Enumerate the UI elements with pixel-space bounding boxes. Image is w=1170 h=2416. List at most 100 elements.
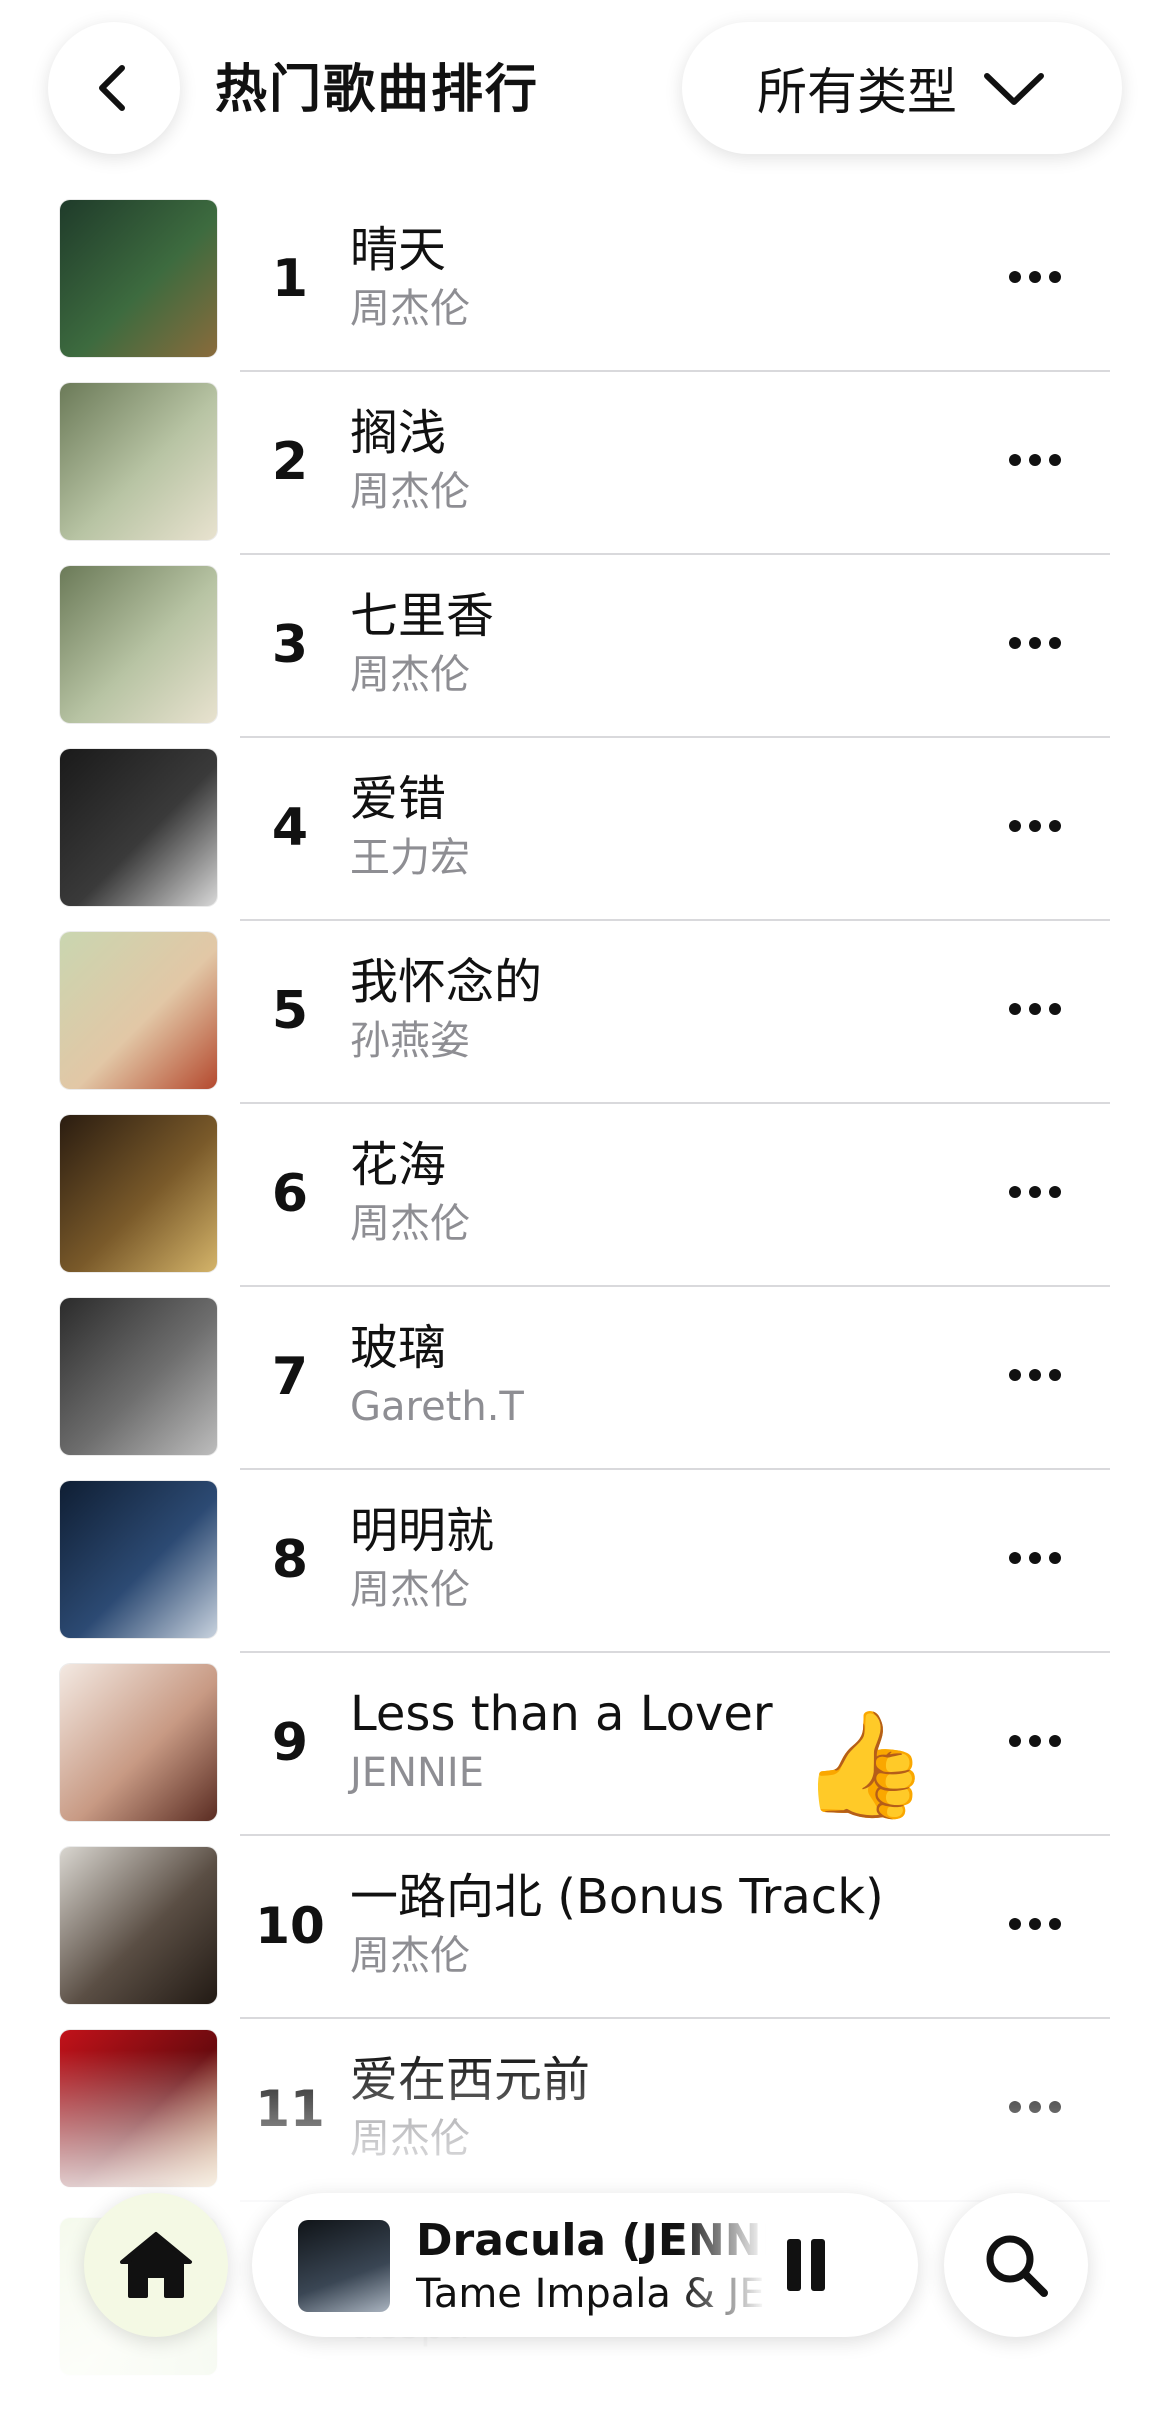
row-divider — [240, 1468, 1110, 1470]
song-rank: 9 — [271, 1713, 309, 1773]
more-options-button[interactable] — [1000, 242, 1070, 312]
song-title: 晴天 — [350, 222, 447, 278]
more-options-button[interactable] — [1000, 1340, 1070, 1410]
song-row[interactable]: 4 爱错王力宏 — [0, 749, 1170, 932]
row-divider — [240, 919, 1110, 921]
song-artist: JENNIE — [350, 1750, 484, 1796]
song-row[interactable]: 5 我怀念的孙燕姿 — [0, 932, 1170, 1115]
song-artist: 周杰伦 — [350, 1201, 470, 1247]
song-rank: 4 — [271, 798, 309, 858]
row-divider — [240, 736, 1110, 738]
song-rank: 10 — [255, 1897, 325, 1955]
more-options-button[interactable] — [1000, 1523, 1070, 1593]
pause-icon — [811, 2239, 825, 2291]
album-art — [60, 749, 217, 906]
row-divider — [240, 553, 1110, 555]
more-options-button[interactable] — [1000, 1706, 1070, 1776]
song-title: 一路向北 (Bonus Track) — [350, 1869, 884, 1925]
now-playing-artist: Tame Impala & JE — [416, 2271, 765, 2317]
song-artist: Gareth.T — [350, 1384, 524, 1430]
song-rank: 1 — [271, 249, 309, 309]
row-divider — [240, 1285, 1110, 1287]
song-rank: 8 — [271, 1530, 309, 1590]
row-divider — [240, 1834, 1110, 1836]
ellipsis-icon — [1009, 1003, 1061, 1015]
search-button[interactable] — [944, 2193, 1088, 2337]
now-playing-bar[interactable]: Dracula (JENNIE Tame Impala & JE — [252, 2193, 918, 2337]
chevron-left-icon — [99, 65, 125, 111]
song-title: 花海 — [350, 1137, 447, 1193]
ellipsis-icon — [1009, 1186, 1061, 1198]
more-options-button[interactable] — [1000, 1157, 1070, 1227]
song-row[interactable]: 1 晴天周杰伦 — [0, 200, 1170, 383]
song-row[interactable]: 9 Less than a Lover JENNIE 👍 — [0, 1664, 1170, 1847]
song-row[interactable]: 10 一路向北 (Bonus Track) 周杰伦 — [0, 1847, 1170, 2030]
song-list: 1 晴天 周杰伦 2 搁浅 周杰伦 3 七里香 周杰伦 4 爱错 王力宏 5 我怀念的 孙燕姿 6 花海 周杰伦 7… — [0, 200, 1170, 2213]
genre-selector-label: 所有类型 — [757, 63, 957, 121]
house-icon — [120, 2232, 192, 2298]
more-options-button[interactable] — [1000, 1889, 1070, 1959]
song-rank: 3 — [271, 615, 309, 675]
now-playing-art — [298, 2220, 390, 2312]
album-art — [60, 383, 217, 540]
ellipsis-icon — [1009, 1735, 1061, 1747]
ellipsis-icon — [1009, 1552, 1061, 1564]
song-row[interactable]: 6 花海周杰伦 — [0, 1115, 1170, 1298]
song-artist: 周杰伦 — [350, 652, 470, 698]
song-title: 明明就 — [350, 1503, 495, 1559]
more-options-button[interactable] — [1000, 791, 1070, 861]
row-divider — [240, 2017, 1110, 2019]
magnifier-icon — [986, 2235, 1048, 2297]
song-row[interactable]: 8 明明就周杰伦 — [0, 1481, 1170, 1664]
album-art — [60, 1847, 217, 2004]
album-art — [60, 932, 217, 1089]
ellipsis-icon — [1009, 454, 1061, 466]
thumbs-up-icon: 👍 — [800, 1703, 930, 1825]
album-art — [60, 566, 217, 723]
row-divider — [240, 1102, 1110, 1104]
page-title: 热门歌曲排行 — [215, 60, 540, 120]
album-art — [60, 1298, 217, 1455]
ellipsis-icon — [1009, 1918, 1061, 1930]
more-options-button[interactable] — [1000, 425, 1070, 495]
album-art — [60, 1664, 217, 1821]
more-options-button[interactable] — [1000, 608, 1070, 678]
song-title: 七里香 — [350, 588, 495, 644]
ellipsis-icon — [1009, 820, 1061, 832]
song-artist: 周杰伦 — [350, 1567, 470, 1613]
pause-icon — [787, 2239, 801, 2291]
ellipsis-icon — [1009, 637, 1061, 649]
song-rank: 7 — [271, 1347, 309, 1407]
album-art — [60, 1115, 217, 1272]
song-rank: 2 — [271, 432, 309, 492]
song-artist: 周杰伦 — [350, 469, 470, 515]
song-row[interactable]: 7 玻璃 Gareth.T — [0, 1298, 1170, 1481]
home-button[interactable] — [84, 2193, 228, 2337]
pause-button[interactable] — [778, 2237, 834, 2293]
song-rank: 6 — [271, 1164, 309, 1224]
song-artist: 周杰伦 — [350, 1933, 470, 1979]
song-title: 爱错 — [350, 771, 447, 827]
song-title: 搁浅 — [350, 405, 447, 461]
header: 热门歌曲排行 所有类型 — [0, 0, 1170, 190]
song-rank: 5 — [271, 981, 309, 1041]
album-art — [60, 1481, 217, 1638]
chevron-down-icon — [984, 73, 1044, 105]
row-divider — [240, 370, 1110, 372]
song-row[interactable]: 3 七里香周杰伦 — [0, 566, 1170, 749]
back-button[interactable] — [48, 22, 180, 154]
genre-selector[interactable]: 所有类型 — [682, 22, 1122, 154]
ellipsis-icon — [1009, 271, 1061, 283]
song-row[interactable]: 2 搁浅周杰伦 — [0, 383, 1170, 566]
song-artist: 周杰伦 — [350, 286, 470, 332]
song-title: 我怀念的 — [350, 954, 543, 1010]
row-divider — [240, 1651, 1110, 1653]
song-artist: 王力宏 — [350, 835, 470, 881]
album-art — [60, 200, 217, 357]
song-title: 玻璃 — [350, 1320, 447, 1376]
ellipsis-icon — [1009, 1369, 1061, 1381]
more-options-button[interactable] — [1000, 974, 1070, 1044]
song-title: Less than a Lover — [350, 1686, 773, 1742]
now-playing-title: Dracula (JENNIE — [416, 2215, 766, 2266]
song-artist: 孙燕姿 — [350, 1018, 470, 1064]
